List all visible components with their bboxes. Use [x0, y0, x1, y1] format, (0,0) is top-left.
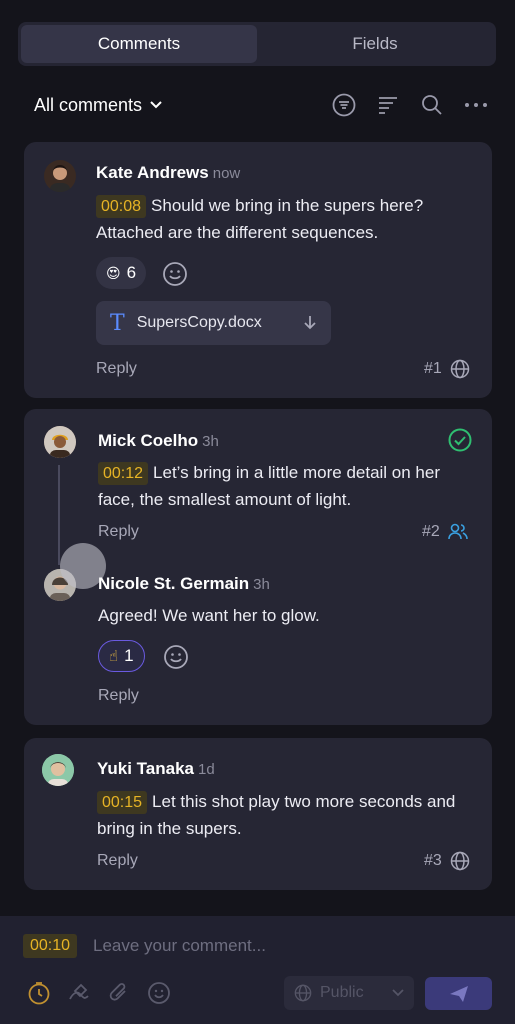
filter-label: All comments — [34, 94, 143, 115]
comment-card: Mick Coelho 3h 00:12 Let’s bring in a litt… — [24, 409, 492, 725]
timecode-badge[interactable]: 00:12 — [98, 462, 149, 485]
avatar — [44, 426, 76, 458]
chevron-down-icon — [150, 101, 162, 109]
author-name: Mick Coelho 3h — [98, 431, 219, 450]
attachment-name: SupersCopy.docx — [136, 314, 262, 331]
filter-bar: All comments — [34, 88, 489, 122]
timecode-badge[interactable]: 00:10 — [23, 934, 78, 958]
comment-input[interactable]: Leave your comment... — [93, 936, 266, 956]
timer-icon[interactable] — [26, 980, 52, 1006]
attach-paperclip-icon[interactable] — [106, 980, 132, 1006]
reaction-count: 1 — [124, 646, 134, 665]
text-file-icon: T — [110, 310, 125, 336]
visibility-label: Public — [320, 984, 364, 1001]
author-name: Yuki Tanaka 1d — [97, 759, 215, 778]
draw-icon[interactable] — [66, 980, 92, 1006]
emoji-icon[interactable] — [146, 980, 172, 1006]
avatar — [44, 160, 76, 192]
emoji-heart-eyes: 😍 — [106, 264, 121, 281]
comment-filter-dropdown[interactable]: All comments — [34, 95, 162, 116]
timecode-badge[interactable]: 00:08 — [96, 195, 147, 218]
timecode-badge[interactable]: 00:15 — [97, 791, 148, 814]
sort-lines-icon[interactable] — [375, 92, 401, 118]
comment-number: #2 — [422, 523, 468, 541]
comment-body: 00:15 Let this shot play two more seconds… — [97, 791, 456, 838]
emoji-pointing-up: ☝ — [109, 648, 119, 665]
globe-icon — [450, 359, 470, 379]
globe-icon — [450, 851, 470, 871]
visibility-dropdown[interactable]: Public — [284, 976, 414, 1010]
globe-icon — [294, 984, 312, 1002]
filter-circle-icon[interactable] — [331, 92, 357, 118]
comment-card: Yuki Tanaka 1d 00:15 Let this shot play tw… — [24, 738, 492, 890]
people-icon — [447, 523, 468, 540]
reply-button[interactable]: Reply — [98, 523, 139, 541]
download-icon[interactable] — [303, 315, 317, 331]
attachment-file[interactable]: T SupersCopy.docx — [96, 301, 331, 345]
more-dots-icon[interactable] — [463, 92, 489, 118]
comment-time: 3h — [253, 576, 270, 593]
comment-composer: 00:10 Leave your comment... Public — [0, 916, 515, 1024]
reply-button[interactable]: Reply — [96, 360, 137, 378]
reply-body: Agreed! We want her to glow. — [98, 606, 320, 625]
reaction-count: 6 — [126, 263, 137, 282]
comment-time: 3h — [202, 433, 219, 450]
add-reaction-icon[interactable] — [162, 261, 188, 287]
reaction-chip[interactable]: ☝ 1 — [98, 640, 145, 672]
tab-comments[interactable]: Comments — [21, 25, 257, 63]
add-reaction-icon[interactable] — [163, 644, 189, 670]
search-icon[interactable] — [419, 92, 445, 118]
reply-button[interactable]: Reply — [97, 852, 138, 870]
chevron-down-icon — [392, 989, 404, 997]
comment-body: 00:12 Let’s bring in a little more detail… — [98, 462, 441, 509]
thread-line — [58, 465, 60, 565]
reply-author-name: Nicole St. Germain 3h — [98, 574, 270, 593]
author-name: Kate Andrews now — [96, 163, 241, 182]
reaction-chip[interactable]: 😍 6 — [96, 257, 147, 289]
tab-fields[interactable]: Fields — [257, 25, 493, 63]
tab-bar: Comments Fields — [18, 22, 496, 66]
send-icon — [449, 985, 468, 1002]
comment-body: 00:08 Should we bring in the supers here?… — [96, 195, 424, 242]
comment-card: Kate Andrews now 00:08 Should we bring in … — [24, 142, 492, 398]
resolved-check-icon[interactable] — [448, 428, 472, 452]
send-button[interactable] — [425, 977, 492, 1010]
avatar — [42, 754, 74, 786]
comment-number: #3 — [424, 851, 470, 871]
comment-number: #1 — [424, 359, 470, 379]
comment-time: 1d — [198, 761, 215, 778]
reply-button[interactable]: Reply — [98, 687, 139, 705]
comment-time: now — [212, 165, 241, 182]
